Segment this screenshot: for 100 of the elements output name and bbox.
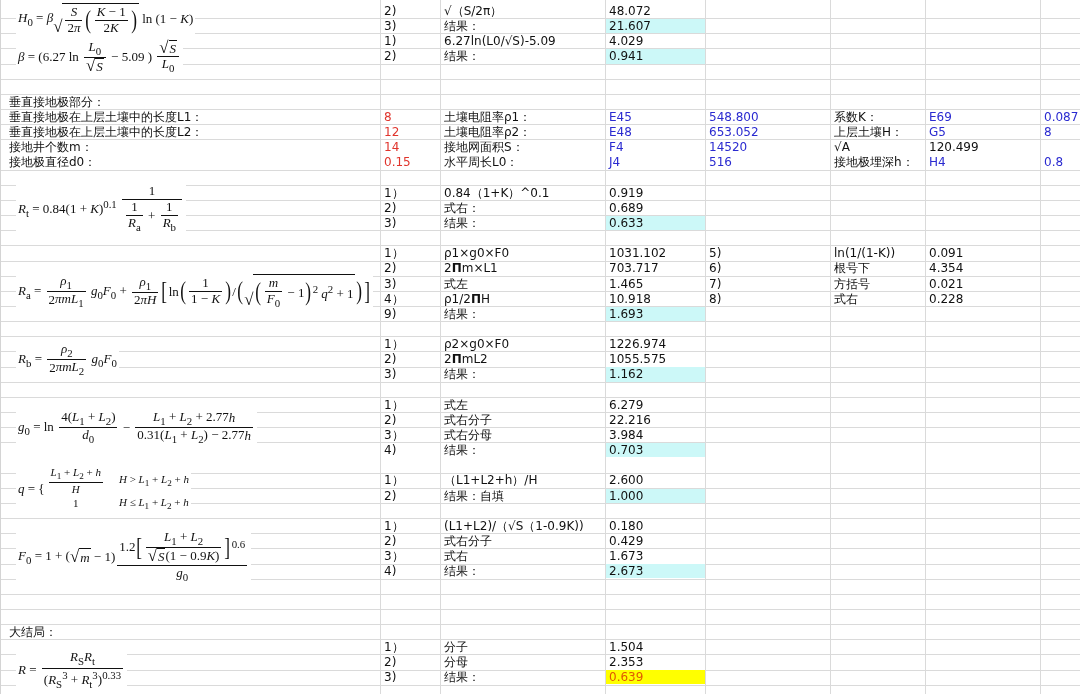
- table-cell: 1.162: [606, 367, 705, 382]
- table-cell-text: 6): [708, 261, 723, 276]
- table-cell-text: 1.673: [608, 549, 645, 564]
- table-cell-text: 接地井个数m：: [8, 140, 94, 155]
- table-cell: 2.673: [606, 564, 705, 579]
- table-cell-text: 结果：: [443, 49, 481, 64]
- table-cell-text: 2): [383, 200, 398, 215]
- table-cell-text: 结果：: [443, 564, 481, 579]
- table-cell-text: 1）: [383, 246, 405, 261]
- table-cell-text: 8: [383, 110, 393, 125]
- table-cell-text: 垂直接地极在上层土壤中的长度L1：: [8, 110, 205, 125]
- table-cell-text: 0.087: [1043, 110, 1080, 125]
- table-cell-text: 0.8: [1043, 155, 1065, 170]
- table-cell-text: 土壤电阻率ρ2：: [443, 125, 533, 140]
- table-cell-text: J4: [607, 155, 622, 170]
- table-cell-text: 8: [1043, 125, 1053, 140]
- table-cell-text: 垂直接地极在上层土壤中的长度L2：: [8, 125, 205, 140]
- table-cell-text: 22.216: [608, 412, 652, 427]
- table-cell-text: 2ΠmL2: [443, 352, 489, 367]
- table-cell-text: 2): [383, 655, 398, 670]
- table-cell-text: ρ2×g0×F0: [443, 337, 511, 352]
- table-cell-text: 式左: [443, 397, 469, 412]
- table-cell-text: 4.029: [608, 34, 645, 49]
- table-cell-text: 4): [383, 564, 398, 579]
- table-cell-text: （L1+L2+h）/H: [443, 473, 539, 488]
- table-cell-text: 1031.102: [608, 246, 668, 261]
- table-cell-text: 2Πm×L1: [443, 261, 499, 276]
- table-cell: 0.703: [606, 443, 705, 458]
- table-cell: 0.941: [606, 49, 705, 64]
- table-cell-text: 3）: [383, 427, 405, 443]
- table-cell-text: 2): [383, 352, 398, 367]
- table-cell-text: 703.717: [608, 261, 660, 276]
- table-cell-text: 式右分子: [443, 412, 493, 427]
- table-cell-text: 式右分母: [443, 427, 493, 443]
- table-cell-text: 0.091: [928, 246, 965, 261]
- table-cell-text: 6.27ln(L0/√S)-5.09: [443, 34, 557, 49]
- table-cell-text: 式右：: [443, 200, 481, 215]
- table-cell-text: √（S/2π）: [443, 4, 504, 19]
- table-cell-text: 0.919: [608, 185, 645, 200]
- table-cell-text: 6.279: [608, 397, 645, 412]
- table-cell-text: 接地网面积S：: [443, 140, 525, 155]
- table-cell-text: E48: [608, 125, 633, 140]
- table-cell-text: 结果：: [443, 306, 481, 321]
- table-cell-text: 水平周长L0：: [443, 155, 520, 170]
- table-cell-text: 结果：: [443, 367, 481, 382]
- table-cell-text: 3): [383, 215, 398, 231]
- table-cell-text: G5: [928, 125, 947, 140]
- table-cell-text: 2): [383, 412, 398, 427]
- table-cell-text: 48.072: [608, 4, 652, 19]
- table-cell-text: 2.353: [608, 655, 645, 670]
- table-cell: 0.633: [606, 215, 705, 231]
- table-cell-text: 12: [383, 125, 401, 140]
- table-cell-text: ρ1×g0×F0: [443, 246, 511, 261]
- table-cell-text: 1）: [383, 639, 405, 655]
- table-cell-text: 1055.575: [608, 352, 668, 367]
- table-cell-text: 1): [383, 34, 398, 49]
- table-cell-text: 3.984: [608, 427, 645, 443]
- table-cell-text: 3): [383, 367, 398, 382]
- table-cell-text: √A: [833, 140, 851, 155]
- table-cell-text: 0.228: [928, 291, 965, 306]
- table-cell-text: 8): [708, 291, 723, 306]
- table-cell-text: 548.800: [708, 110, 760, 125]
- table-cell-text: 接地极直径d0：: [8, 155, 98, 170]
- table-cell-text: 1）: [383, 473, 405, 488]
- table-cell-text: 系数K：: [833, 110, 879, 125]
- table-cell-text: E69: [928, 110, 953, 125]
- table-cell-text: 3): [383, 276, 398, 291]
- table-cell-text: H4: [928, 155, 947, 170]
- table-cell-text: ρ1/2ΠH: [443, 291, 491, 306]
- table-cell-text: 653.052: [708, 125, 760, 140]
- table-cell: 1.693: [606, 306, 705, 321]
- table-cell-text: 3): [383, 670, 398, 685]
- table-cell-text: 3): [383, 19, 398, 34]
- table-cell-text: 10.918: [608, 291, 652, 306]
- table-cell-text: 大结局：: [8, 624, 58, 639]
- table-cell-text: 2): [383, 488, 398, 503]
- table-cell-text: 式右: [443, 549, 469, 564]
- table-cell-text: 0.021: [928, 276, 965, 291]
- table-cell-text: 结果：: [443, 19, 481, 34]
- table-cell-text: 0.689: [608, 200, 645, 215]
- table-cell-text: 结果：: [443, 670, 481, 685]
- table-cell-text: 5): [708, 246, 723, 261]
- table-cell-text: 结果：: [443, 215, 481, 231]
- table-cell-text: 结果：: [443, 443, 481, 458]
- table-cell-text: 7): [708, 276, 723, 291]
- table-cell-text: 0.15: [383, 155, 412, 170]
- table-cell-text: 2): [383, 4, 398, 19]
- table-cell-text: 3）: [383, 549, 405, 564]
- table-cell-text: 垂直接地极部分：: [8, 94, 106, 109]
- table-cell-text: 1）: [383, 185, 405, 200]
- table-cell-text: 1226.974: [608, 337, 668, 352]
- table-cell-text: 0.180: [608, 518, 645, 533]
- table-cell-text: 接地极埋深h：: [833, 155, 915, 170]
- table-cell-text: 1）: [383, 397, 405, 412]
- table-cell-text: 上层土壤H：: [833, 125, 905, 140]
- table-cell-text: 1.504: [608, 639, 645, 655]
- table-cell-text: 2.600: [608, 473, 645, 488]
- table-cell-text: (L1+L2)/（√S（1-0.9K)): [443, 518, 585, 533]
- table-cell-text: 2): [383, 533, 398, 549]
- table-cell-text: 516: [708, 155, 733, 170]
